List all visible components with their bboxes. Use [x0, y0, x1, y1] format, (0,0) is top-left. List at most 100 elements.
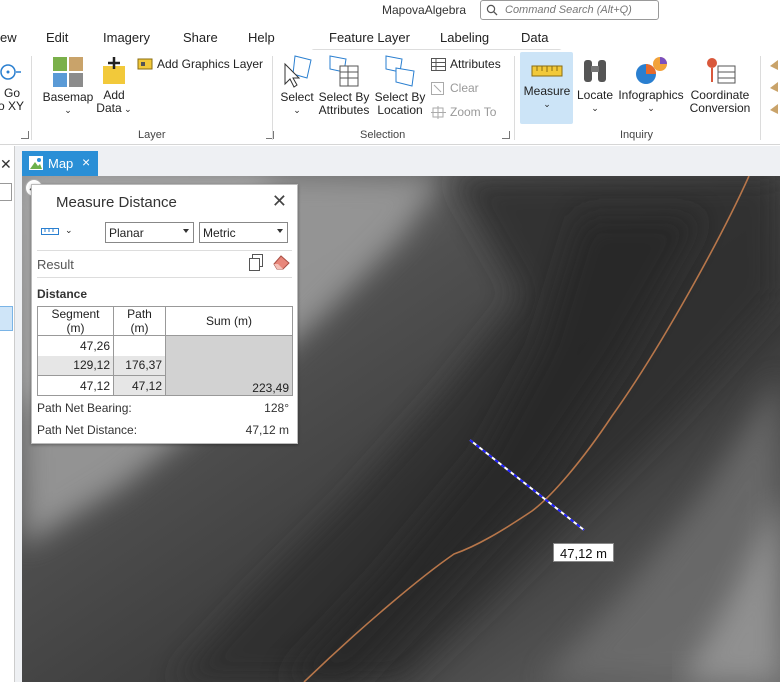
sum-cell: 223,49 — [165, 335, 293, 396]
tab-labeling[interactable]: Labeling — [440, 30, 489, 45]
distance-label: Distance — [37, 287, 88, 301]
select-button[interactable]: Select ⌄ — [279, 54, 315, 117]
units-dropdown[interactable]: Metric — [199, 222, 288, 243]
locate-label: Locate — [576, 88, 614, 102]
graphics-layer-icon — [137, 58, 153, 70]
command-search-input[interactable]: Command Search (Alt+Q) — [480, 0, 659, 20]
add-data-icon — [103, 57, 125, 84]
planar-value: Planar — [109, 226, 144, 240]
units-value: Metric — [203, 226, 236, 240]
tab-help[interactable]: Help — [248, 30, 275, 45]
measure-label: Measure — [523, 84, 571, 98]
basemap-button[interactable]: Basemap ⌄ — [42, 56, 94, 117]
title-bar: MapovaAlgebra Command Search (Alt+Q) — [0, 0, 780, 24]
tab-edit[interactable]: Edit — [46, 30, 68, 45]
close-icon[interactable]: ✕ — [272, 191, 287, 212]
bearing-label: Path Net Bearing: — [37, 401, 132, 415]
select-by-attributes-icon — [329, 55, 359, 87]
add-graphics-layer-button[interactable]: Add Graphics Layer — [137, 57, 263, 71]
select-by-location-button[interactable]: Select By Location — [374, 54, 426, 117]
select-arrow-icon — [284, 55, 312, 88]
contents-pane: ✕ — [0, 146, 15, 682]
tab-map[interactable]: Map × — [22, 151, 98, 176]
basemap-icon — [53, 57, 83, 87]
goto-xy-button[interactable]: Go o XY — [0, 60, 24, 113]
chevron-down-icon: ⌄ — [65, 225, 73, 235]
separator — [514, 56, 515, 140]
divider — [37, 277, 292, 278]
tab-imagery[interactable]: Imagery — [103, 30, 150, 45]
labeling-icon[interactable] — [768, 56, 780, 116]
tab-map-label: Map — [48, 156, 74, 171]
ruler-icon — [41, 227, 59, 235]
attributes-label: Attributes — [450, 57, 501, 71]
chevron-down-icon: ⌄ — [64, 105, 72, 115]
pane-dropdown[interactable] — [0, 183, 12, 201]
chevron-down-icon — [183, 229, 189, 233]
coordinate-conversion-icon — [707, 58, 736, 84]
app-title: MapovaAlgebra — [382, 3, 467, 17]
coordinate-conversion-button[interactable]: Coordinate Conversion — [688, 56, 752, 115]
separator — [760, 56, 761, 140]
path-cell — [113, 335, 166, 356]
locate-button[interactable]: Locate ⌄ — [575, 56, 615, 115]
segment-cell: 47,26 — [37, 335, 114, 356]
dialog-launcher-icon[interactable] — [21, 131, 29, 139]
add-data-line2: Data ⌄ — [96, 101, 132, 115]
layer-group-label: Layer — [138, 129, 166, 141]
header-sum: Sum (m) — [165, 306, 293, 336]
tab-data[interactable]: Data — [521, 30, 548, 45]
selection-group-label: Selection — [360, 129, 406, 141]
tab-view[interactable]: ew — [0, 30, 17, 45]
header-path: Path (m) — [113, 306, 166, 336]
zoom-to-icon — [431, 105, 446, 119]
result-label: Result — [37, 257, 74, 272]
close-icon[interactable]: ✕ — [0, 156, 12, 173]
attributes-button[interactable]: Attributes — [431, 57, 501, 71]
infographics-button[interactable]: Infographics ⌄ — [616, 56, 686, 115]
select-by-location-icon — [385, 55, 415, 87]
pane-selected-item[interactable] — [0, 306, 13, 331]
panel-title: Measure Distance — [56, 194, 177, 211]
header-segment: Segment (m) — [37, 306, 114, 336]
path-cell: 47,12 — [113, 375, 166, 396]
copy-icon[interactable] — [248, 254, 264, 271]
infographics-label: Infographics — [618, 88, 684, 102]
eraser-icon[interactable] — [272, 254, 290, 270]
dialog-launcher-icon[interactable] — [502, 131, 510, 139]
cc-line2: Conversion — [689, 101, 751, 115]
separator — [272, 56, 273, 140]
search-icon — [486, 4, 498, 16]
crosshair-icon — [0, 64, 21, 80]
segment-cell: 47,12 — [37, 375, 114, 396]
sba-line2: Attributes — [318, 103, 370, 117]
menu-bar: ew Edit Imagery Share Help Feature Layer… — [0, 24, 780, 73]
select-by-attributes-button[interactable]: Select By Attributes — [317, 54, 371, 117]
infographics-pie-icon — [636, 57, 667, 84]
chevron-down-icon: ⌄ — [543, 99, 551, 109]
tab-feature-layer[interactable]: Feature Layer — [329, 30, 410, 45]
zoom-to-button[interactable]: Zoom To — [431, 105, 496, 119]
ruler-icon — [531, 65, 563, 77]
sbl-line2: Location — [377, 103, 423, 117]
map-measure-label: 47,12 m — [553, 543, 614, 562]
segment-cell: 129,12 — [37, 355, 114, 376]
goto-line2: o XY — [0, 99, 25, 113]
map-icon — [29, 156, 43, 170]
search-placeholder: Command Search (Alt+Q) — [505, 4, 632, 16]
chevron-down-icon: ⌄ — [647, 103, 655, 113]
planar-dropdown[interactable]: Planar — [105, 222, 194, 243]
clear-label: Clear — [450, 81, 479, 95]
tab-share[interactable]: Share — [183, 30, 218, 45]
add-data-button[interactable]: Add Data ⌄ — [96, 56, 132, 116]
separator — [31, 56, 32, 140]
path-cell: 176,37 — [113, 355, 166, 376]
divider — [37, 250, 292, 251]
zoom-to-label: Zoom To — [450, 105, 497, 119]
measure-tool-dropdown[interactable]: ⌄ — [41, 225, 73, 236]
measure-button[interactable]: Measure ⌄ — [521, 60, 573, 111]
table-row: 47,26 223,49 — [37, 335, 293, 396]
clear-button[interactable]: Clear — [431, 81, 479, 95]
close-icon[interactable]: × — [82, 154, 90, 170]
chevron-down-icon: ⌄ — [293, 105, 301, 115]
